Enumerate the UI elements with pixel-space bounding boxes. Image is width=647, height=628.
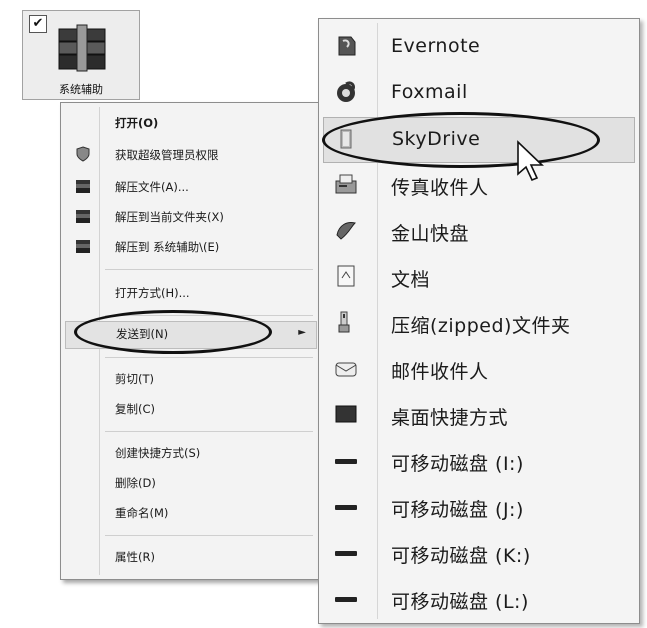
winrar-icon <box>75 208 91 228</box>
menu-item-label: 重命名(M) <box>115 506 169 520</box>
send-to-evernote[interactable]: Evernote <box>323 25 633 69</box>
menu-item-label: 打开(O) <box>115 116 159 130</box>
menu-item-label: 压缩(zipped)文件夹 <box>391 315 571 337</box>
kuaipan-icon <box>333 217 359 247</box>
menu-item-label: 桌面快捷方式 <box>391 407 509 429</box>
annotation-oval-skydrive <box>322 112 600 168</box>
menu-item-label: 剪切(T) <box>115 372 154 386</box>
menu-item-label: 获取超级管理员权限 <box>115 148 219 162</box>
fax-icon <box>333 171 359 201</box>
menu-item-label: 可移动磁盘 (J:) <box>391 499 524 521</box>
menu-item-label: 解压文件(A)... <box>115 180 189 194</box>
removable-disk-icon <box>333 493 359 523</box>
evernote-icon <box>333 33 359 63</box>
menu-item-extract-to-folder[interactable]: 解压到 系统辅助\(E) <box>65 235 315 259</box>
menu-item-run-as-admin[interactable]: 获取超级管理员权限 <box>65 143 315 167</box>
send-to-documents[interactable]: 文档 <box>323 255 633 299</box>
zip-folder-icon <box>333 309 359 339</box>
send-to-removable-disk-l[interactable]: 可移动磁盘 (L:) <box>323 577 633 621</box>
menu-item-delete[interactable]: 删除(D) <box>65 471 315 495</box>
menu-item-label: 可移动磁盘 (L:) <box>391 591 529 613</box>
winrar-icon <box>75 178 91 198</box>
send-to-removable-disk-j[interactable]: 可移动磁盘 (J:) <box>323 485 633 529</box>
menu-item-open[interactable]: 打开(O) <box>65 111 315 135</box>
menu-item-label: 属性(R) <box>115 550 155 564</box>
send-to-removable-disk-i[interactable]: 可移动磁盘 (I:) <box>323 439 633 483</box>
menu-item-label: 金山快盘 <box>391 223 470 245</box>
removable-disk-icon <box>333 447 359 477</box>
send-to-zip-folder[interactable]: 压缩(zipped)文件夹 <box>323 301 633 345</box>
annotation-oval-send-to <box>74 310 272 354</box>
menu-item-rename[interactable]: 重命名(M) <box>65 501 315 525</box>
winrar-icon <box>75 238 91 258</box>
menu-item-label: 文档 <box>391 269 431 291</box>
send-to-kuaipan[interactable]: 金山快盘 <box>323 209 633 253</box>
menu-item-label: 可移动磁盘 (K:) <box>391 545 531 567</box>
desktop-item-label: 系统辅助 <box>59 83 103 96</box>
menu-separator <box>105 535 313 536</box>
menu-item-label: Evernote <box>391 35 481 57</box>
mouse-pointer-icon <box>516 140 546 188</box>
menu-item-extract-files[interactable]: 解压文件(A)... <box>65 175 315 199</box>
menu-separator <box>105 269 313 270</box>
menu-item-label: 邮件收件人 <box>391 361 489 383</box>
desktop-icon <box>333 401 359 431</box>
foxmail-icon <box>333 79 359 109</box>
send-to-fax-recipient[interactable]: 传真收件人 <box>323 163 633 207</box>
menu-item-label: 创建快捷方式(S) <box>115 446 201 460</box>
menu-item-cut[interactable]: 剪切(T) <box>65 367 315 391</box>
menu-item-create-shortcut[interactable]: 创建快捷方式(S) <box>65 441 315 465</box>
send-to-desktop-shortcut[interactable]: 桌面快捷方式 <box>323 393 633 437</box>
menu-item-label: 复制(C) <box>115 402 156 416</box>
menu-item-label: 打开方式(H)... <box>115 286 190 300</box>
menu-item-open-with[interactable]: 打开方式(H)... <box>65 281 315 305</box>
menu-separator <box>105 357 313 358</box>
removable-disk-icon <box>333 539 359 569</box>
menu-item-properties[interactable]: 属性(R) <box>65 545 315 569</box>
send-to-mail-recipient[interactable]: 邮件收件人 <box>323 347 633 391</box>
submenu-arrow-icon: ► <box>298 327 306 338</box>
menu-item-label: 可移动磁盘 (I:) <box>391 453 524 475</box>
shield-icon <box>75 146 91 166</box>
menu-item-label: Foxmail <box>391 81 468 103</box>
menu-item-label: 解压到 系统辅助\(E) <box>115 240 220 254</box>
documents-icon <box>333 263 359 293</box>
menu-item-label: 传真收件人 <box>391 177 489 199</box>
selection-checkbox[interactable]: ✔ <box>29 15 47 33</box>
removable-disk-icon <box>333 585 359 615</box>
menu-item-extract-here[interactable]: 解压到当前文件夹(X) <box>65 205 315 229</box>
menu-item-label: 删除(D) <box>115 476 156 490</box>
menu-item-copy[interactable]: 复制(C) <box>65 397 315 421</box>
send-to-foxmail[interactable]: Foxmail <box>323 71 633 115</box>
desktop-item-system-tools[interactable]: ✔ 系统辅助 <box>22 10 140 100</box>
mail-recipient-icon <box>333 355 359 385</box>
send-to-submenu: Evernote Foxmail SkyDrive 传真收件人 金山快盘 文档 <box>318 18 640 624</box>
menu-item-label: 解压到当前文件夹(X) <box>115 210 224 224</box>
winrar-archive-icon <box>57 23 107 79</box>
menu-separator <box>105 431 313 432</box>
send-to-removable-disk-k[interactable]: 可移动磁盘 (K:) <box>323 531 633 575</box>
